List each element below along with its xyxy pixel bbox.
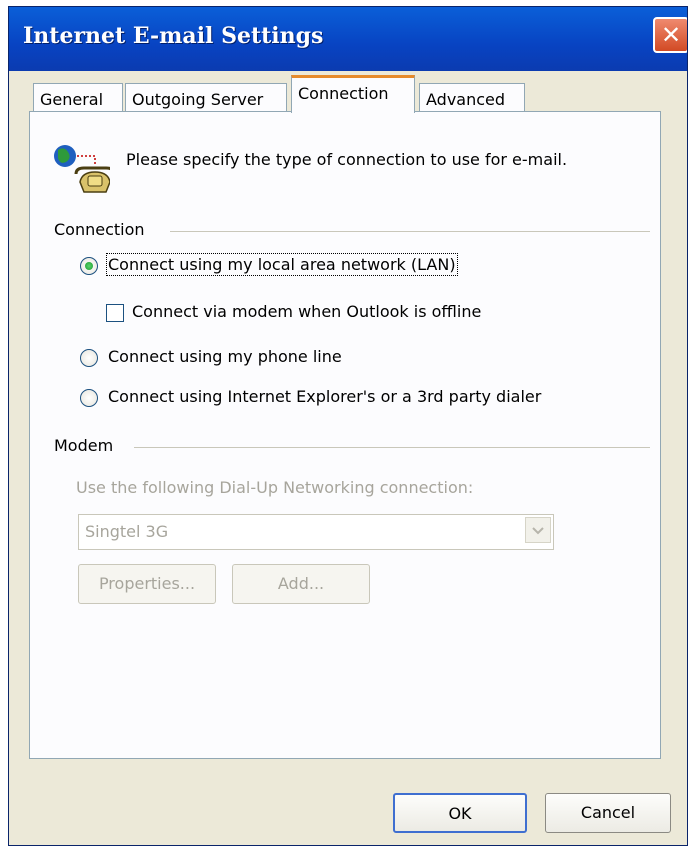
close-icon: ✕ [660,21,682,49]
add-button-label: Add... [277,574,325,593]
window-title: Internet E-mail Settings [23,23,324,49]
tab-outgoing-server[interactable]: Outgoing Server [125,83,287,113]
tab-connection[interactable]: Connection [291,75,415,113]
radio-ie-dialer[interactable] [80,389,98,407]
modem-offline-label[interactable]: Connect via modem when Outlook is offlin… [132,302,481,321]
dialup-label: Use the following Dial-Up Networking con… [76,478,474,497]
radio-ie-dialer-label[interactable]: Connect using Internet Explorer's or a 3… [108,387,541,406]
ok-button[interactable]: OK [393,793,527,833]
tab-general[interactable]: General [33,83,123,113]
tab-connection-label: Connection [298,84,389,103]
chevron-down-icon[interactable] [525,517,551,543]
radio-phone-line-label[interactable]: Connect using my phone line [108,347,342,366]
connection-group-divider [170,231,650,232]
properties-button-label: Properties... [98,574,196,593]
dialog-window: Internet E-mail Settings ✕ General Outgo… [8,6,688,846]
properties-button[interactable]: Properties... [78,564,216,604]
intro-text: Please specify the type of connection to… [126,150,568,169]
radio-lan[interactable] [80,257,98,275]
cancel-button[interactable]: Cancel [545,793,671,833]
modem-offline-checkbox[interactable] [106,304,124,322]
title-bar: Internet E-mail Settings ✕ [9,7,687,71]
tab-outgoing-server-label: Outgoing Server [132,90,264,109]
modem-group-label: Modem [54,436,114,455]
close-button[interactable]: ✕ [653,17,687,53]
ok-button-label: OK [448,804,472,823]
dialup-select-value: Singtel 3G [85,522,169,541]
connection-group-label: Connection [54,220,145,239]
globe-phone-icon [50,142,116,202]
tab-advanced[interactable]: Advanced [419,83,525,113]
radio-selected-dot [85,262,93,270]
radio-phone-line[interactable] [80,349,98,367]
dialup-select[interactable]: Singtel 3G [78,514,554,550]
cancel-button-label: Cancel [580,803,636,822]
radio-lan-label[interactable]: Connect using my local area network (LAN… [106,253,458,276]
tab-general-label: General [40,90,104,109]
add-button[interactable]: Add... [232,564,370,604]
modem-group-divider [134,447,650,448]
tab-advanced-label: Advanced [426,90,506,109]
connection-panel: Please specify the type of connection to… [29,111,661,759]
